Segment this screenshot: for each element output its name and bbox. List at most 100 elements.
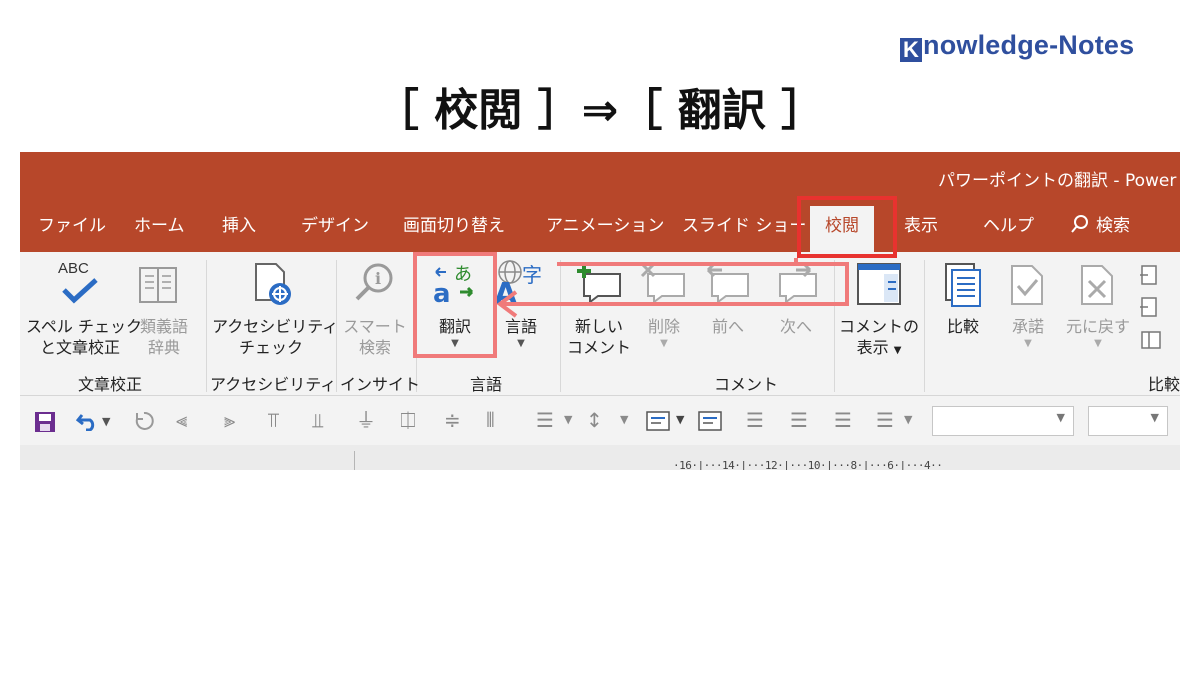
text-align-right-icon[interactable]: ☰ [834, 408, 852, 432]
svg-text:字: 字 [522, 263, 542, 287]
tab-help[interactable]: ヘルプ [983, 200, 1034, 252]
chevron-down-icon: ▼ [1094, 338, 1102, 349]
chevron-down-icon[interactable]: ▼ [102, 410, 110, 434]
spelling-button[interactable]: スペル チェック と文章校正 [26, 316, 142, 358]
tab-file[interactable]: ファイル [38, 200, 106, 252]
svg-text:i: i [375, 269, 381, 288]
text-align-left-icon[interactable]: ☰ [746, 408, 764, 432]
align-bottom-icon[interactable]: ⫫ [312, 408, 323, 432]
undo-icon[interactable] [76, 411, 98, 431]
language-button[interactable]: 言語 ▼ [492, 316, 550, 351]
previous-comment-button[interactable]: 前へ [702, 316, 754, 337]
spell-check-icon [62, 278, 98, 304]
chevron-down-icon: ▼ [1150, 411, 1159, 424]
document-title: パワーポイントの翻訳 - Power [938, 171, 1177, 191]
show-comments-button[interactable]: コメントの 表示 ▼ [838, 316, 920, 361]
text-justify-icon[interactable]: ☰ [876, 408, 894, 432]
delete-comment-button[interactable]: 削除 ▼ [636, 316, 692, 351]
chevron-down-icon: ▼ [1056, 411, 1065, 424]
search-icon [1071, 215, 1088, 233]
align-top-icon[interactable]: ⫪ [268, 408, 279, 432]
pointer-arrow-icon [496, 290, 560, 318]
ruler-area: ·16·|···14·|···12·|···10·|···8·|···6·|··… [20, 445, 1180, 470]
tab-slideshow[interactable]: スライド ショー [682, 200, 806, 252]
chevron-down-icon: ▼ [1024, 338, 1032, 349]
accessibility-check-button[interactable]: アクセシビリティ チェック [212, 316, 338, 358]
smart-lookup-button[interactable]: スマート 検索 [342, 316, 408, 358]
new-comment-line2: コメント [566, 338, 631, 357]
divider [924, 260, 925, 392]
brand-logo: Knowledge-Notes [900, 30, 1134, 62]
spelling-line1: スペル チェック [26, 317, 142, 336]
page-title: ［ 校閲 ］⇒［ 翻訳 ］ [374, 85, 826, 136]
title-bar: パワーポイントの翻訳 - Power [20, 152, 1180, 200]
group-label-proofing: 文章校正 [78, 375, 143, 394]
divider [206, 260, 207, 392]
spelling-line2: と文章校正 [39, 338, 120, 357]
show-comments-line2: 表示 ▼ [838, 337, 920, 361]
accept-label: 承諾 [1011, 317, 1044, 336]
compare-label: 比較 [946, 317, 979, 336]
save-icon[interactable] [34, 411, 56, 433]
align-middle-icon[interactable]: ⎅ [400, 408, 416, 432]
thesaurus-button[interactable]: 類義語 辞典 [134, 316, 194, 358]
font-size-combo[interactable]: ▼ [1088, 406, 1168, 436]
group-label-language: 言語 [470, 375, 503, 394]
quick-access-toolbar: ▼ ⫷ ⫸ ⫪ ⫫ ⏚ ⎅ ≑ ⦀ ☰ ▼ ↕ ▼ ▼ ☰ ☰ ☰ ☰ ▼ ▼ … [20, 397, 1180, 445]
thesaurus-book-icon [139, 267, 177, 303]
chevron-down-icon[interactable]: ▼ [676, 408, 684, 432]
show-comments-icon [857, 263, 901, 305]
align-right-icon[interactable]: ⫸ [224, 408, 235, 432]
tab-view[interactable]: 表示 [904, 200, 938, 252]
compare-icon [945, 263, 981, 307]
accessibility-check-icon [255, 263, 291, 305]
next-comment-button[interactable]: 次へ [770, 316, 822, 337]
new-comment-line1: 新しい [574, 317, 623, 336]
new-comment-button[interactable]: 新しい コメント [566, 316, 632, 358]
tab-insert[interactable]: 挿入 [222, 200, 256, 252]
brand-name: nowledge-Notes [923, 30, 1135, 60]
previous-label: 前へ [711, 317, 744, 336]
group-label-insights: インサイト [340, 375, 421, 394]
tab-home[interactable]: ホーム [134, 200, 185, 252]
delete-label: 削除 [647, 317, 680, 336]
text-frame-icon[interactable] [698, 411, 722, 431]
align-center-icon[interactable]: ⏚ [356, 408, 376, 432]
align-left-icon[interactable]: ⫷ [176, 408, 187, 432]
powerpoint-window: パワーポイントの翻訳 - Power ファイル ホーム 挿入 デザイン 画面切り… [20, 152, 1180, 470]
group-label-accessibility: アクセシビリティ [210, 375, 337, 394]
smart-lookup-line2: 検索 [358, 338, 391, 357]
bullets-icon[interactable]: ☰ [536, 408, 554, 432]
font-name-combo[interactable]: ▼ [932, 406, 1074, 436]
show-comments-line2-label: 表示 [856, 338, 889, 357]
ribbon-tabs: ファイル ホーム 挿入 デザイン 画面切り替え アニメーション スライド ショー… [20, 200, 1180, 252]
brand-k-mark: K [900, 38, 922, 62]
text-align-center-icon[interactable]: ☰ [790, 408, 808, 432]
comment-area-highlight [557, 262, 849, 306]
distribute-horizontal-icon[interactable]: ⦀ [486, 408, 495, 432]
accept-icon [1011, 265, 1043, 305]
redo-icon[interactable] [134, 411, 154, 431]
chevron-down-icon[interactable]: ▼ [564, 408, 572, 432]
tab-design[interactable]: デザイン [301, 200, 369, 252]
reject-button[interactable]: 元に戻す ▼ [1060, 316, 1136, 351]
markup-options-icon[interactable] [1140, 264, 1180, 354]
group-label-comments: コメント [714, 375, 779, 394]
tab-transitions[interactable]: 画面切り替え [403, 200, 505, 252]
next-label: 次へ [779, 317, 812, 336]
accept-button[interactable]: 承諾 ▼ [1000, 316, 1056, 351]
divider [354, 451, 355, 470]
thesaurus-line1: 類義語 [139, 317, 188, 336]
thesaurus-line2: 辞典 [147, 338, 180, 357]
text-box-icon[interactable] [646, 411, 670, 431]
tab-animations[interactable]: アニメーション [546, 200, 664, 252]
chevron-down-icon[interactable]: ▼ [620, 408, 628, 432]
chevron-down-icon[interactable]: ▼ [904, 408, 912, 432]
horizontal-ruler: ·16·|···14·|···12·|···10·|···8·|···6·|··… [673, 459, 943, 470]
compare-button[interactable]: 比較 [936, 316, 990, 337]
review-tab-highlight [797, 196, 897, 258]
distribute-vertical-icon[interactable]: ≑ [444, 408, 461, 432]
translate-button-highlight [413, 252, 497, 358]
line-spacing-icon[interactable]: ↕ [586, 408, 603, 432]
tab-search[interactable]: 検索 [1070, 200, 1130, 252]
